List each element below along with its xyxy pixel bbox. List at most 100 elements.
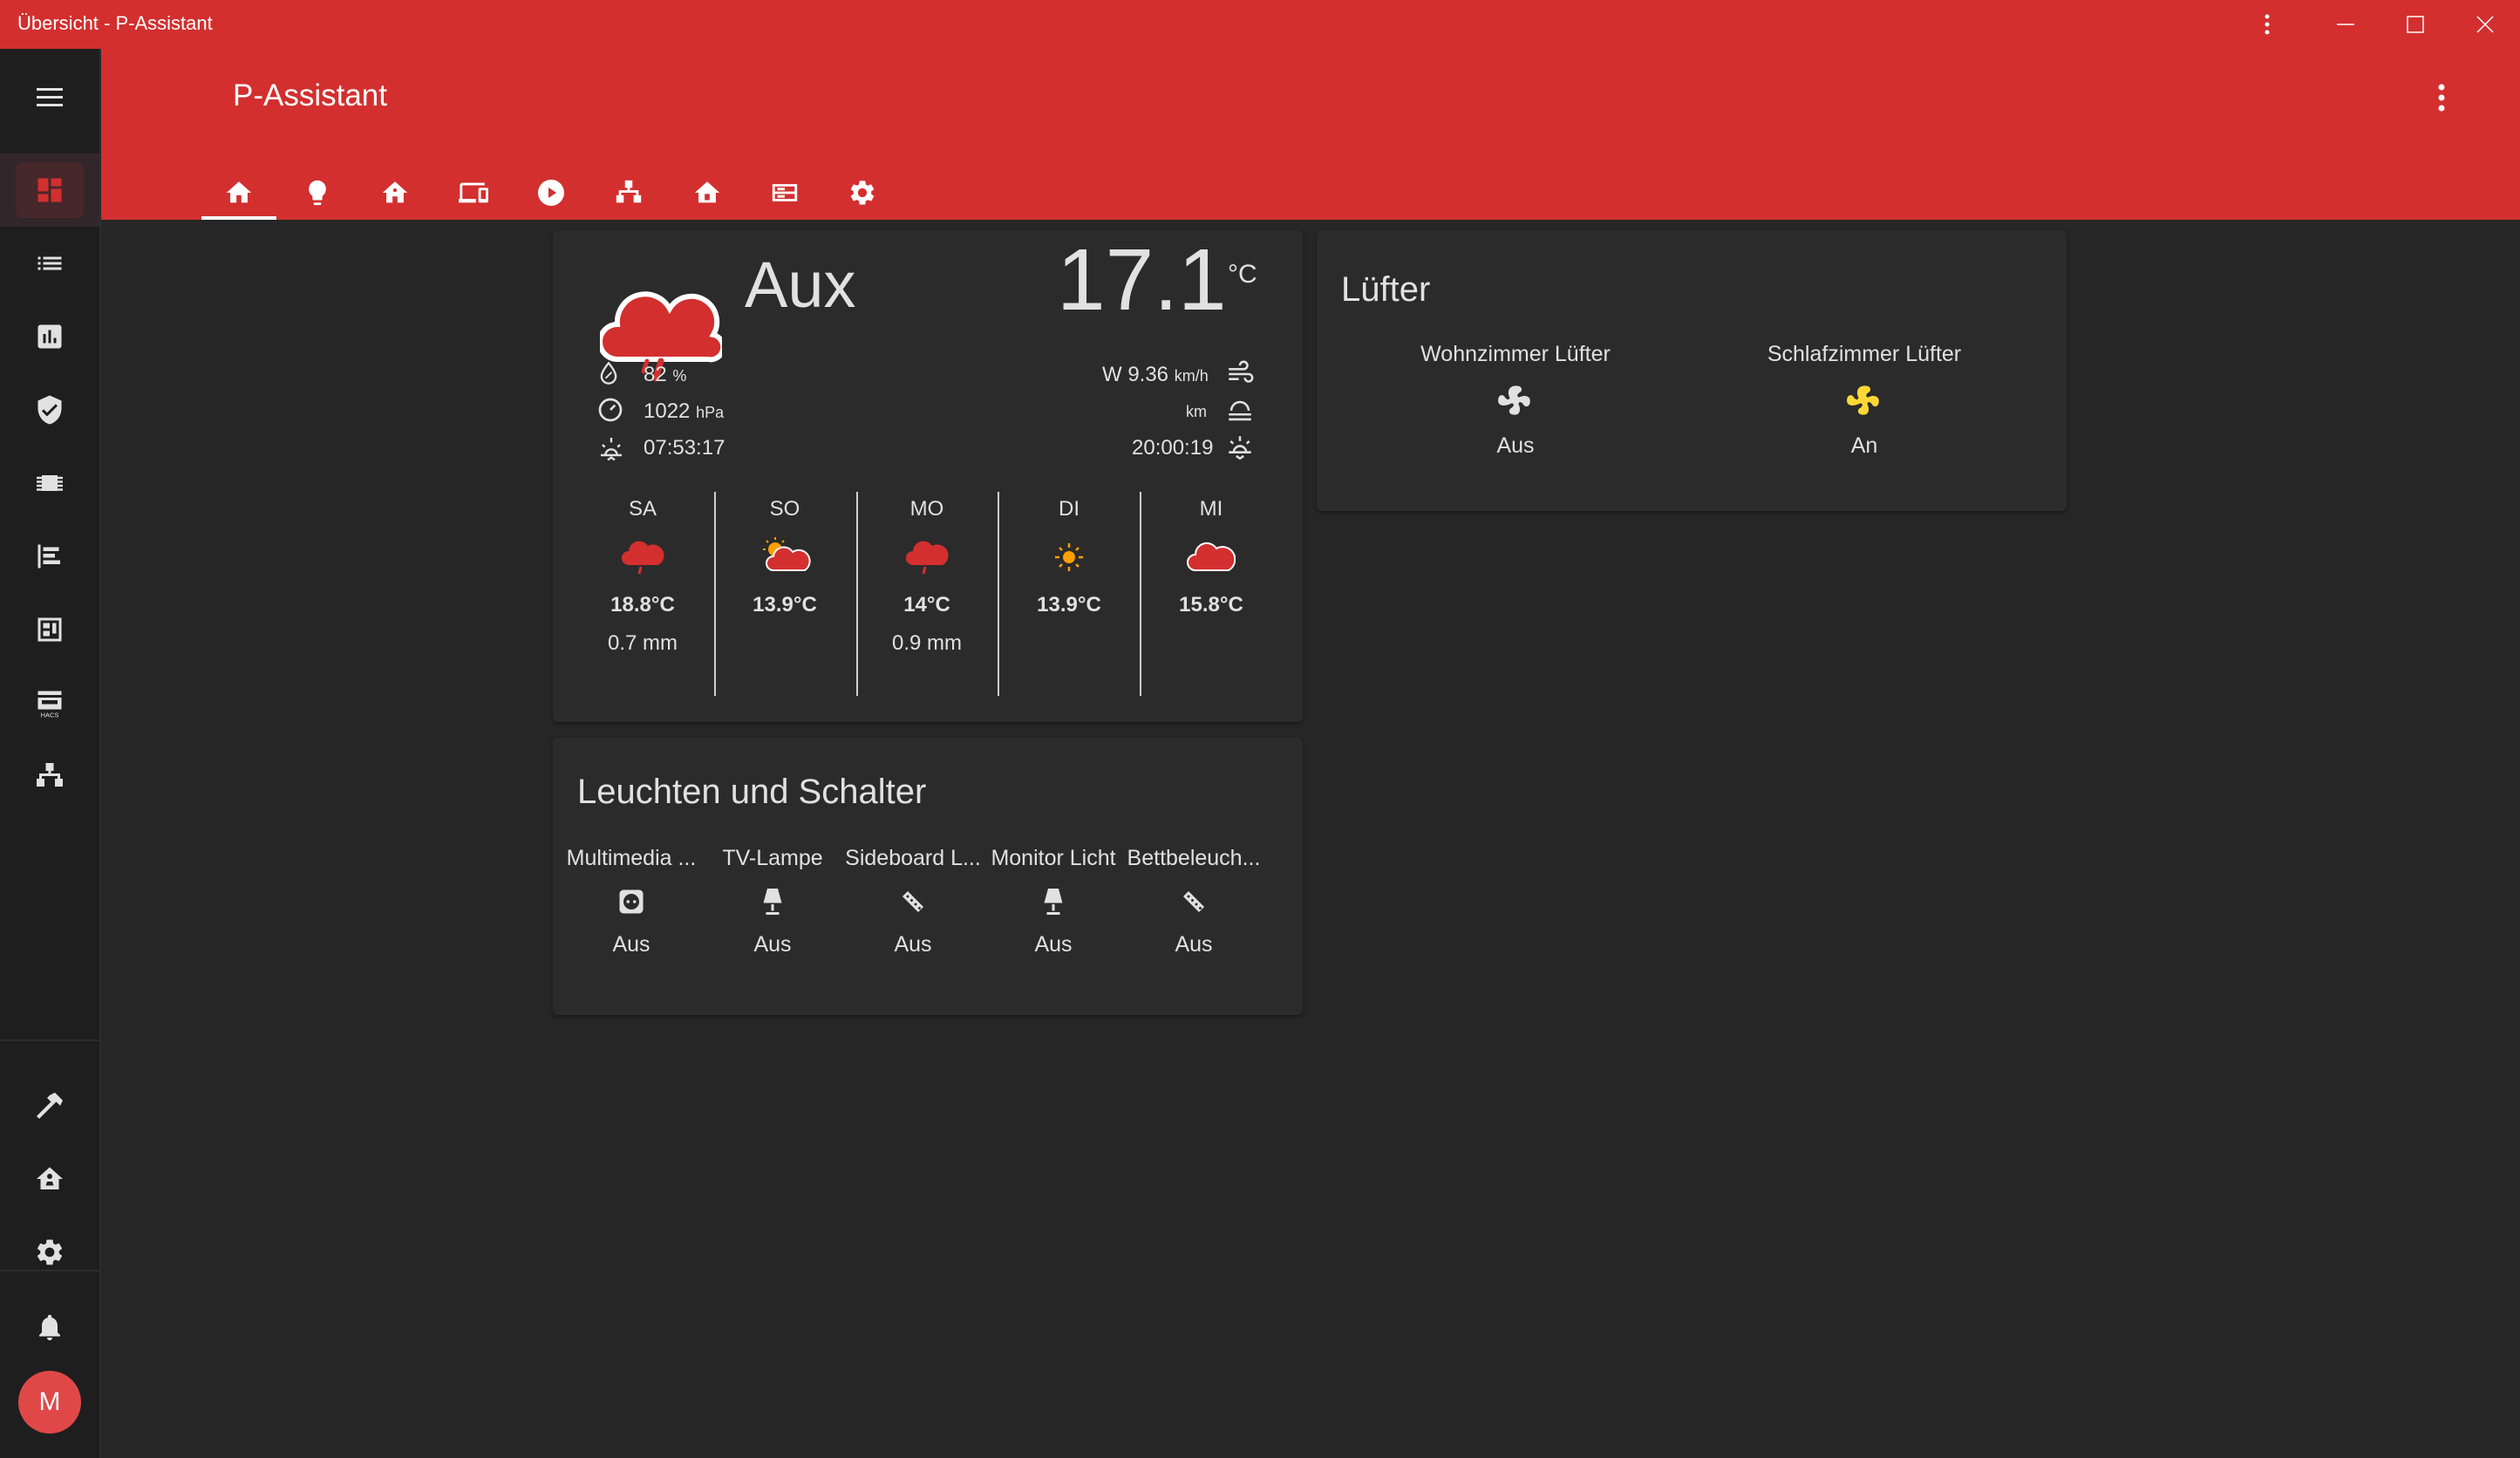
forecast-temp: 13.9°C: [1037, 593, 1101, 617]
entity-state: Aus: [1175, 932, 1213, 957]
power-socket-icon: [560, 871, 703, 932]
forecast-day: SO 13.9°C: [714, 488, 855, 694]
floorplan-icon: [34, 614, 65, 645]
sidebar-item-overview[interactable]: [0, 153, 99, 227]
entity-button[interactable]: Wohnzimmer Lüfter Aus: [1341, 342, 1690, 459]
maximize-button[interactable]: [2380, 0, 2450, 49]
sidebar-item-timeline[interactable]: [0, 520, 99, 593]
more-vertical-icon: [2438, 84, 2445, 112]
network-icon: [614, 178, 644, 208]
tab-lights[interactable]: [280, 166, 355, 220]
dashboard-icon: [34, 174, 65, 206]
sidebar-item-history[interactable]: [0, 300, 99, 373]
hacs-icon: HACS: [34, 687, 65, 719]
sunrise-icon: [596, 434, 626, 462]
bell-icon: [34, 1312, 65, 1343]
entity-button[interactable]: TV-Lampe Aus: [703, 846, 842, 957]
tab-media[interactable]: [514, 166, 589, 220]
app-header: P-Assistant: [101, 49, 2520, 220]
forecast-day-label: MO: [909, 497, 944, 521]
rainy-cloud-icon: [856, 527, 998, 588]
forecast-temp: 14°C: [903, 593, 950, 617]
weather-card[interactable]: Aux 17.1 °C 82 % 1022 hPa 07:53:17 W 9.3…: [553, 230, 1303, 722]
tab-settings[interactable]: [825, 166, 900, 220]
entity-button[interactable]: Monitor Licht Aus: [984, 846, 1123, 957]
fan-icon: [1690, 367, 2039, 433]
weather-location: Aux: [745, 249, 856, 321]
entity-state: Aus: [1496, 433, 1535, 458]
forecast-precip: 0.9 mm: [891, 631, 962, 655]
entity-state: Aus: [894, 932, 932, 957]
tab-devices[interactable]: [436, 166, 511, 220]
tab-home[interactable]: [201, 166, 276, 220]
led-strip-icon: [842, 871, 984, 932]
home-automation-icon: [34, 1163, 65, 1195]
page-title: P-Assistant: [233, 78, 387, 112]
home-icon: [224, 178, 254, 208]
lamp-icon: [703, 871, 842, 932]
tab-house[interactable]: [358, 166, 432, 220]
tab-home-outline[interactable]: [670, 166, 745, 220]
minimize-button[interactable]: [2311, 0, 2380, 49]
sun-icon: [998, 527, 1140, 588]
sunset-time: 20:00:19: [1132, 436, 1214, 460]
entity-name: Sideboard L...: [845, 846, 981, 870]
sidebar-item-logbook[interactable]: [0, 227, 99, 300]
close-icon: [2476, 16, 2494, 33]
lightbulb-icon: [303, 178, 332, 208]
humidity-unit: %: [672, 367, 687, 385]
entity-name: Monitor Licht: [991, 846, 1116, 870]
header-menu-button[interactable]: [2438, 84, 2445, 112]
sidebar-item-settings[interactable]: [0, 1216, 99, 1289]
gauge-icon: [596, 396, 624, 424]
list-icon: [34, 248, 65, 279]
sidebar-item-notifications[interactable]: [0, 1291, 99, 1364]
close-button[interactable]: [2450, 0, 2520, 49]
card-title: Leuchten und Schalter: [577, 773, 927, 811]
sidebar-item-hacs[interactable]: HACS: [0, 666, 99, 739]
fan-icon: [1341, 367, 1690, 433]
user-avatar[interactable]: M: [18, 1371, 81, 1434]
window-title-bar: Übersicht - P-Assistant: [0, 0, 2520, 49]
entity-button[interactable]: Bettbeleuch... Aus: [1123, 846, 1264, 957]
sidebar-item-esphome[interactable]: [0, 446, 99, 520]
cloudy-icon: [1141, 527, 1282, 588]
entity-state: Aus: [612, 932, 650, 957]
window-menu-button[interactable]: [2232, 0, 2302, 49]
hammer-icon: [34, 1090, 65, 1121]
forecast-precip: 0.7 mm: [607, 631, 678, 655]
sidebar-item-network[interactable]: [0, 739, 99, 813]
entity-state: An: [1850, 433, 1878, 458]
pressure-unit: hPa: [696, 404, 725, 421]
forecast-day: MI 15.8°C: [1141, 488, 1282, 694]
svg-text:HACS: HACS: [41, 712, 59, 719]
sidebar-item-developer-tools[interactable]: [0, 1069, 99, 1142]
hamburger-icon: [35, 86, 65, 109]
pressure-value: 1022: [644, 399, 691, 423]
led-strip-icon: [1123, 871, 1264, 932]
sidebar-item-supervisor[interactable]: [0, 1142, 99, 1216]
entity-button[interactable]: Multimedia ... Aus: [560, 846, 703, 957]
avatar-initial: M: [38, 1387, 61, 1416]
tab-network[interactable]: [591, 166, 666, 220]
forecast-day: SA 18.8°C 0.7 mm: [572, 488, 713, 694]
chart-icon: [34, 321, 65, 352]
tab-server[interactable]: [747, 166, 822, 220]
sitemap-icon: [34, 760, 65, 792]
sidebar-item-security[interactable]: [0, 373, 99, 446]
card-title: Lüfter: [1341, 270, 1431, 309]
lights-card: Leuchten und Schalter Multimedia ... Aus…: [553, 738, 1303, 1015]
window-title: Übersicht - P-Assistant: [17, 12, 213, 34]
entity-state: Aus: [753, 932, 792, 957]
forecast-day: MO 14°C 0.9 mm: [856, 488, 998, 694]
sunset-icon: [1224, 433, 1256, 462]
menu-toggle-button[interactable]: [0, 61, 99, 134]
settings-icon: [34, 1237, 65, 1268]
maximize-icon: [2407, 16, 2424, 33]
sidebar-item-floorplan[interactable]: [0, 593, 99, 666]
entity-button[interactable]: Schlafzimmer Lüfter An: [1690, 342, 2039, 459]
entity-button[interactable]: Sideboard L... Aus: [842, 846, 984, 957]
humidity-value: 82: [644, 363, 667, 386]
partly-sunny-icon: [714, 527, 855, 588]
entity-state: Aus: [1034, 932, 1073, 957]
